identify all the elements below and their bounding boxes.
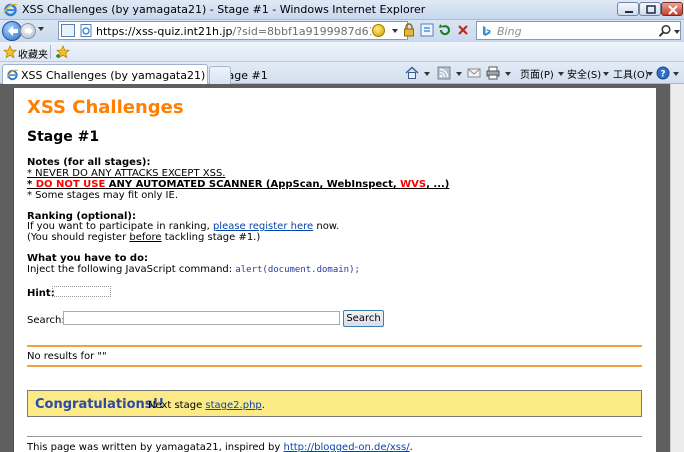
lock-icon[interactable]: [401, 22, 417, 38]
maximize-button[interactable]: [639, 2, 661, 16]
separator: [50, 45, 51, 59]
favorites-star-icon[interactable]: [3, 45, 17, 59]
page-icon: [80, 24, 92, 37]
new-tab-button[interactable]: [209, 66, 231, 84]
hint-label: Hint:: [27, 288, 55, 299]
next-stage-link[interactable]: stage2.php: [205, 400, 261, 411]
footer-text: This page was written by yamagata21, ins…: [27, 442, 413, 452]
home-icon[interactable]: [405, 66, 419, 80]
favorites-label[interactable]: 收藏夹: [18, 46, 48, 61]
search-dropdown[interactable]: [674, 30, 680, 34]
safety-menu-dropdown[interactable]: [603, 72, 609, 76]
search-placeholder: Bing: [497, 25, 522, 38]
register-link[interactable]: please register here: [213, 221, 313, 232]
security-report-icon[interactable]: [372, 24, 385, 37]
minimize-button[interactable]: [617, 2, 639, 16]
add-to-favorites-bar-icon[interactable]: [56, 45, 70, 59]
search-field[interactable]: Bing: [476, 21, 681, 40]
footer-divider: [27, 436, 642, 437]
close-icon: [668, 5, 678, 15]
favorites-bar: 收藏夹: [0, 42, 684, 62]
rss-feed-icon[interactable]: [437, 66, 451, 80]
safety-menu[interactable]: 安全(S): [567, 66, 601, 82]
hint-box: [52, 286, 111, 297]
search-icon[interactable]: [658, 24, 672, 38]
stop-icon[interactable]: [455, 22, 471, 38]
print-icon[interactable]: [486, 66, 500, 80]
no-results-text: No results for "": [27, 351, 107, 362]
ranking-note: (You should register before tackling sta…: [27, 232, 261, 243]
svg-text:?: ?: [660, 70, 665, 80]
search-button[interactable]: Search: [343, 310, 384, 327]
refresh-icon[interactable]: [437, 22, 453, 38]
tools-menu-dropdown[interactable]: [647, 72, 653, 76]
congrats-title: Congratulations!!: [35, 397, 165, 412]
print-dropdown[interactable]: [505, 72, 511, 76]
next-stage-text: Next stage stage2.php.: [148, 400, 265, 411]
bing-icon: [483, 26, 491, 36]
feeds-dropdown[interactable]: [456, 72, 462, 76]
address-dropdown[interactable]: [392, 29, 398, 33]
congratulations-box: Congratulations!! Next stage stage2.php.: [27, 390, 642, 417]
stage-title: Stage #1: [27, 129, 100, 145]
divider: [27, 345, 642, 347]
mail-icon[interactable]: [467, 66, 481, 80]
divider: [27, 365, 642, 367]
recent-pages-dropdown[interactable]: [38, 27, 44, 31]
address-toolbar: https://xss-quiz.int21h.jp/?sid=8bbf1a91…: [0, 20, 684, 42]
ie-page-icon: [6, 69, 19, 81]
inspiration-link[interactable]: http://blogged-on.de/xss/: [283, 442, 409, 452]
compatibility-view-icon[interactable]: [61, 24, 75, 37]
help-dropdown[interactable]: [673, 72, 679, 76]
todo-text: Inject the following JavaScript command:…: [27, 264, 360, 275]
forward-arrow-icon: [25, 27, 33, 35]
address-field[interactable]: https://xss-quiz.int21h.jp/?sid=8bbf1a91…: [58, 21, 408, 40]
window-title: XSS Challenges (by yamagata21) - Stage #…: [22, 3, 426, 16]
page-menu-dropdown[interactable]: [558, 72, 564, 76]
compat-view-icon[interactable]: [419, 22, 435, 38]
maximize-icon: [646, 5, 656, 14]
search-input[interactable]: [63, 311, 340, 325]
back-button[interactable]: [2, 21, 22, 41]
search-label: Search:: [27, 315, 65, 326]
tab-bar: XSS Challenges (by yamagata21) - Stage #…: [0, 62, 684, 84]
minimize-icon: [625, 11, 633, 13]
vertical-scrollbar[interactable]: [670, 84, 684, 452]
tab-current[interactable]: XSS Challenges (by yamagata21) - Stage #…: [2, 64, 268, 84]
home-dropdown[interactable]: [424, 72, 430, 76]
note-ie-only: * Some stages may fit only IE.: [27, 190, 179, 201]
ie-logo-icon: [3, 3, 18, 17]
title-bar: XSS Challenges (by yamagata21) - Stage #…: [0, 0, 684, 20]
tools-menu[interactable]: 工具(O): [613, 66, 649, 82]
page-menu[interactable]: 页面(P): [520, 66, 554, 82]
todo-code: alert(document.domain);: [235, 265, 360, 275]
help-icon[interactable]: ?: [656, 66, 670, 80]
site-heading: XSS Challenges: [27, 97, 184, 118]
url-text[interactable]: https://xss-quiz.int21h.jp/?sid=8bbf1a91…: [96, 25, 371, 38]
close-window-button[interactable]: [661, 2, 683, 16]
forward-button[interactable]: [20, 23, 36, 39]
